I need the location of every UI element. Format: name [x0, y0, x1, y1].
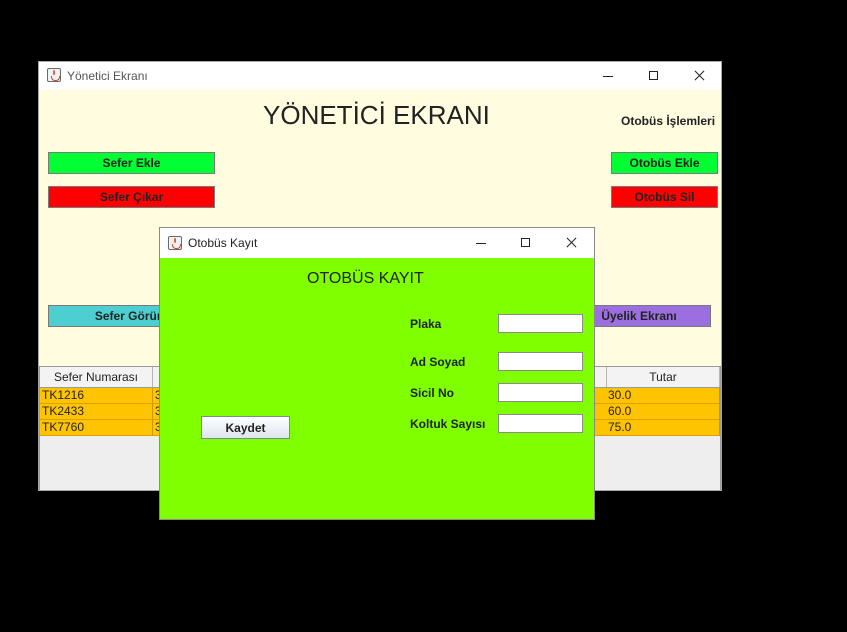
minimize-icon[interactable]	[458, 229, 504, 257]
amount-cell: 75.0	[606, 420, 720, 436]
close-icon[interactable]	[548, 229, 594, 257]
admin-window-titlebar[interactable]: Yönetici Ekranı	[39, 62, 721, 90]
dialog-titlebar[interactable]: Otobüs Kayıt	[160, 228, 594, 258]
trip-number-cell: TK1216	[40, 388, 153, 404]
dialog-heading: OTOBÜS KAYIT	[307, 270, 424, 287]
seat-count-field[interactable]	[498, 414, 583, 433]
name-surname-label: Ad Soyad	[410, 355, 466, 369]
add-trip-button[interactable]: Sefer Ekle	[48, 152, 215, 174]
seat-count-label: Koltuk Sayısı	[410, 417, 486, 431]
dialog-title: Otobüs Kayıt	[188, 236, 258, 250]
column-header-trip-number[interactable]: Sefer Numarası	[40, 367, 153, 387]
dialog-form: OTOBÜS KAYIT Plaka Ad Soyad Sicil No Kol…	[160, 258, 594, 519]
registry-number-field[interactable]	[498, 383, 583, 402]
java-app-icon	[168, 236, 182, 250]
amount-cell: 30.0	[606, 388, 720, 404]
column-header-amount[interactable]: Tutar	[606, 367, 720, 387]
add-bus-button[interactable]: Otobüs Ekle	[611, 152, 718, 174]
admin-window-title: Yönetici Ekranı	[67, 69, 148, 83]
java-app-icon	[47, 68, 61, 82]
close-icon[interactable]	[676, 62, 722, 90]
bus-registration-dialog: Otobüs Kayıt OTOBÜS KAYIT Plaka Ad Soyad…	[159, 227, 595, 520]
save-button[interactable]: Kaydet	[201, 416, 290, 439]
plate-label: Plaka	[410, 317, 442, 331]
remove-trip-button[interactable]: Sefer Çıkar	[48, 186, 215, 208]
maximize-icon[interactable]	[503, 229, 549, 257]
trip-number-cell: TK7760	[40, 420, 153, 436]
amount-cell: 60.0	[606, 404, 720, 420]
trip-number-cell: TK2433	[40, 404, 153, 420]
delete-bus-button[interactable]: Otobüs Sil	[611, 186, 718, 208]
name-surname-field[interactable]	[498, 352, 583, 371]
bus-operations-label: Otobüs İşlemleri	[621, 114, 716, 128]
minimize-icon[interactable]	[585, 62, 631, 90]
plate-field[interactable]	[498, 314, 583, 333]
maximize-icon[interactable]	[631, 62, 677, 90]
registry-number-label: Sicil No	[410, 386, 455, 400]
page-title: YÖNETİCİ EKRANI	[263, 100, 490, 130]
